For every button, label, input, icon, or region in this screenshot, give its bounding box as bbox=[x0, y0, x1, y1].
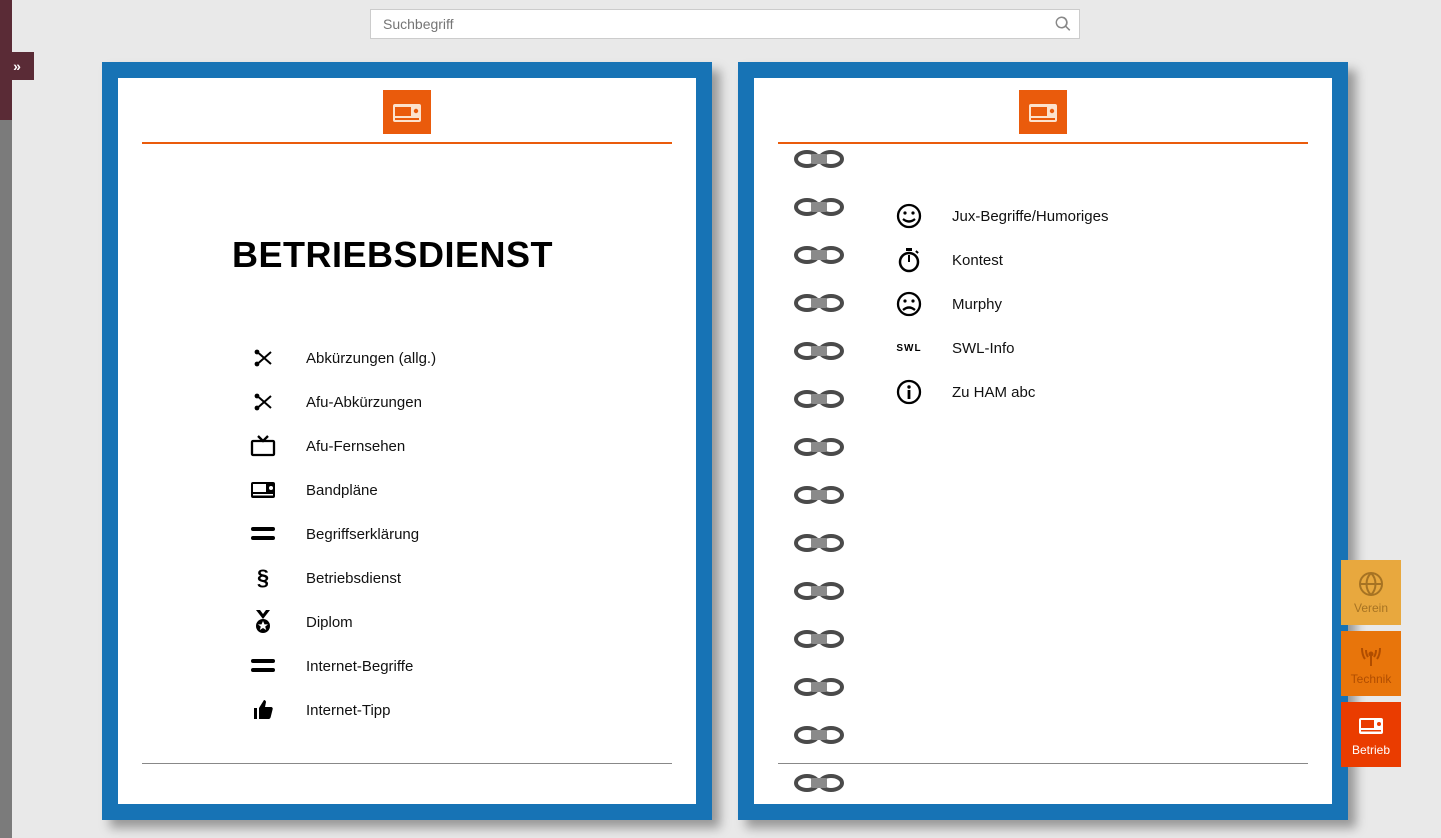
item-label: Murphy bbox=[952, 296, 1002, 313]
right-tabs: Verein Technik Betrieb bbox=[1341, 560, 1401, 773]
item-label: Afu-Fernsehen bbox=[306, 438, 405, 455]
nav-item-abkuerzungen-allg[interactable]: Abkürzungen (allg.) bbox=[242, 336, 672, 380]
search-bar bbox=[370, 9, 1080, 39]
smile-icon bbox=[888, 203, 930, 229]
scissors-icon bbox=[242, 390, 284, 414]
info-icon bbox=[888, 379, 930, 405]
lines-icon bbox=[242, 657, 284, 675]
nav-item-swl-info[interactable]: SWL SWL-Info bbox=[888, 326, 1308, 370]
page-left: BETRIEBSDIENST Abkürzungen (allg.) Afu-A… bbox=[102, 62, 712, 820]
header-radio-icon bbox=[383, 90, 431, 134]
stopwatch-icon bbox=[888, 247, 930, 273]
swl-text-icon: SWL bbox=[888, 343, 930, 354]
lines-icon bbox=[242, 525, 284, 543]
page-right: Jux-Begriffe/Humoriges Kontest Murphy SW… bbox=[738, 62, 1348, 820]
expand-sidebar-button[interactable]: » bbox=[0, 52, 34, 80]
nav-item-internet-tipp[interactable]: Internet-Tipp bbox=[242, 688, 672, 732]
globe-icon bbox=[1358, 571, 1384, 597]
item-label: Abkürzungen (allg.) bbox=[306, 350, 436, 367]
item-label: Begriffserklärung bbox=[306, 526, 419, 543]
nav-item-bandplaene[interactable]: Bandpläne bbox=[242, 468, 672, 512]
radio-icon bbox=[1358, 713, 1384, 739]
section-icon: § bbox=[242, 565, 284, 591]
thumbs-up-icon bbox=[242, 698, 284, 722]
search-input[interactable] bbox=[370, 9, 1080, 39]
nav-item-afu-abkuerzungen[interactable]: Afu-Abkürzungen bbox=[242, 380, 672, 424]
tab-label: Technik bbox=[1351, 672, 1392, 686]
medal-icon bbox=[242, 609, 284, 635]
page-title: BETRIEBSDIENST bbox=[232, 234, 672, 276]
tab-verein[interactable]: Verein bbox=[1341, 560, 1401, 625]
item-label: Internet-Begriffe bbox=[306, 658, 413, 675]
item-label: Bandpläne bbox=[306, 482, 378, 499]
tab-label: Verein bbox=[1354, 601, 1388, 615]
item-label: Diplom bbox=[306, 614, 353, 631]
item-label: Zu HAM abc bbox=[952, 384, 1035, 401]
tab-betrieb[interactable]: Betrieb bbox=[1341, 702, 1401, 767]
sad-icon bbox=[888, 291, 930, 317]
nav-item-jux-begriffe[interactable]: Jux-Begriffe/Humoriges bbox=[888, 194, 1308, 238]
tv-icon bbox=[242, 434, 284, 458]
nav-item-betriebsdienst[interactable]: § Betriebsdienst bbox=[242, 556, 672, 600]
antenna-icon bbox=[1358, 642, 1384, 668]
nav-item-internet-begriffe[interactable]: Internet-Begriffe bbox=[242, 644, 672, 688]
left-sidebar-edge bbox=[0, 0, 12, 838]
radio-icon bbox=[242, 480, 284, 500]
item-label: SWL-Info bbox=[952, 340, 1015, 357]
scissors-icon bbox=[242, 346, 284, 370]
item-label: Afu-Abkürzungen bbox=[306, 394, 422, 411]
item-label: Jux-Begriffe/Humoriges bbox=[952, 208, 1108, 225]
nav-item-murphy[interactable]: Murphy bbox=[888, 282, 1308, 326]
nav-item-diplom[interactable]: Diplom bbox=[242, 600, 672, 644]
item-label: Internet-Tipp bbox=[306, 702, 391, 719]
header-radio-icon bbox=[1019, 90, 1067, 134]
nav-item-begriffserklaerung[interactable]: Begriffserklärung bbox=[242, 512, 672, 556]
notebook-container: BETRIEBSDIENST Abkürzungen (allg.) Afu-A… bbox=[96, 62, 1354, 820]
tab-label: Betrieb bbox=[1352, 743, 1390, 757]
nav-item-afu-fernsehen[interactable]: Afu-Fernsehen bbox=[242, 424, 672, 468]
tab-technik[interactable]: Technik bbox=[1341, 631, 1401, 696]
item-label: Kontest bbox=[952, 252, 1003, 269]
nav-item-zu-ham-abc[interactable]: Zu HAM abc bbox=[888, 370, 1308, 414]
nav-item-kontest[interactable]: Kontest bbox=[888, 238, 1308, 282]
item-label: Betriebsdienst bbox=[306, 570, 401, 587]
